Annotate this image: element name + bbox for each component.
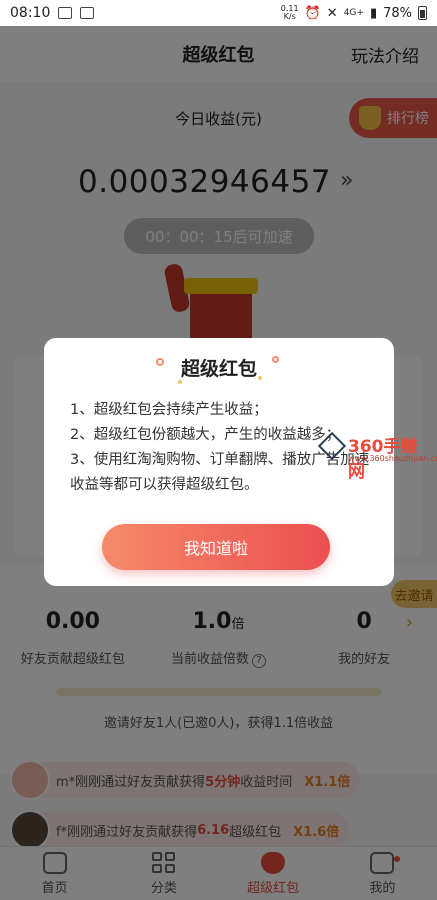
network-type: 4G+ <box>343 8 364 18</box>
watermark-url: www.360shouzhuan.com <box>348 454 437 463</box>
status-bar: 08:10 0.11 K/s ⏰ ✕ 4G+ ▮ 78% <box>0 0 437 26</box>
status-time: 08:10 <box>10 5 51 21</box>
signal-icon: ▮ <box>369 5 378 21</box>
watermark-logo-icon <box>317 431 347 461</box>
battery-percent: 78% <box>383 5 412 21</box>
watermark: 360手赚网 www.360shouzhuan.com <box>317 431 437 482</box>
network-speed: 0.11 K/s <box>281 5 299 21</box>
message-icon <box>80 7 95 19</box>
alarm-icon: ⏰ <box>304 5 321 21</box>
mute-icon: ✕ <box>326 5 338 21</box>
battery-icon <box>418 6 427 20</box>
modal-line: 1、超级红包会持续产生收益； <box>70 402 268 418</box>
speed-unit: K/s <box>283 12 296 21</box>
got-it-button[interactable]: 我知道啦 <box>102 524 330 570</box>
gallery-icon <box>58 7 73 19</box>
modal-title: 超级红包 <box>180 358 257 380</box>
